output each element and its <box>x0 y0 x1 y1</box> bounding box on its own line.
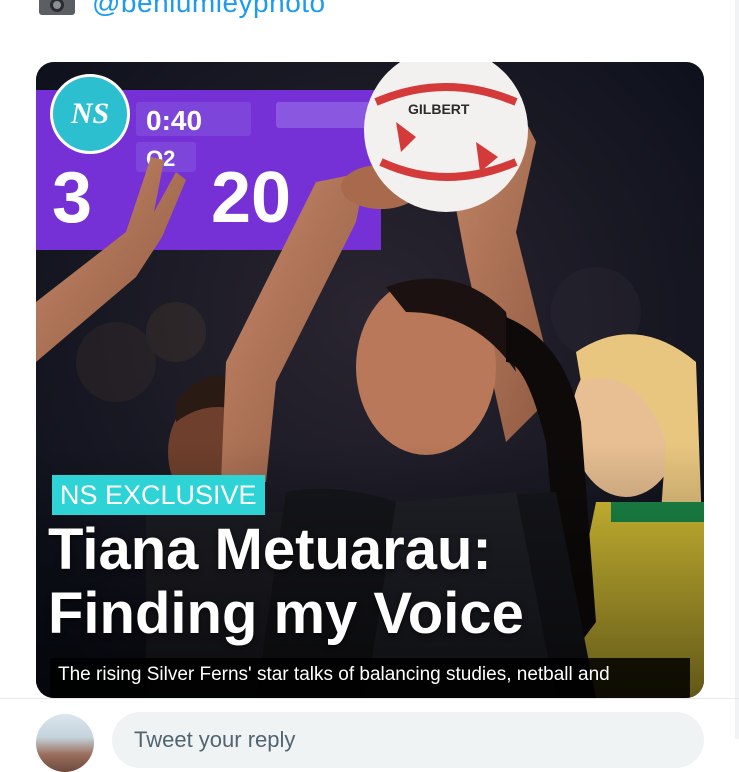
photo-credit: @benlumleyphoto <box>38 0 326 20</box>
headline-line-2: Finding my Voice <box>48 581 524 646</box>
ns-logo: NS <box>50 74 130 154</box>
scoreboard-time: 0:40 <box>146 105 202 136</box>
camera-icon <box>38 0 76 16</box>
scoreboard-home-score: 3 <box>52 158 92 238</box>
reply-input[interactable] <box>112 712 704 768</box>
reply-composer <box>0 704 739 772</box>
divider <box>0 698 739 699</box>
scrollbar-track[interactable] <box>735 0 739 739</box>
article-card[interactable]: 0:40 Q2 3 20 GILBERT NS NS EXCLUSIVE Tia… <box>36 62 704 698</box>
photographer-handle-link[interactable]: @benlumleyphoto <box>92 0 326 19</box>
ball-brand-text: GILBERT <box>408 101 470 117</box>
exclusive-badge: NS EXCLUSIVE <box>52 475 265 515</box>
article-headline: Tiana Metuarau: Finding my Voice <box>48 518 698 646</box>
article-subline: The rising Silver Ferns' star talks of b… <box>50 658 690 698</box>
avatar[interactable] <box>36 714 94 772</box>
scoreboard-away-score: 20 <box>211 158 291 238</box>
headline-line-1: Tiana Metuarau: <box>48 517 492 582</box>
